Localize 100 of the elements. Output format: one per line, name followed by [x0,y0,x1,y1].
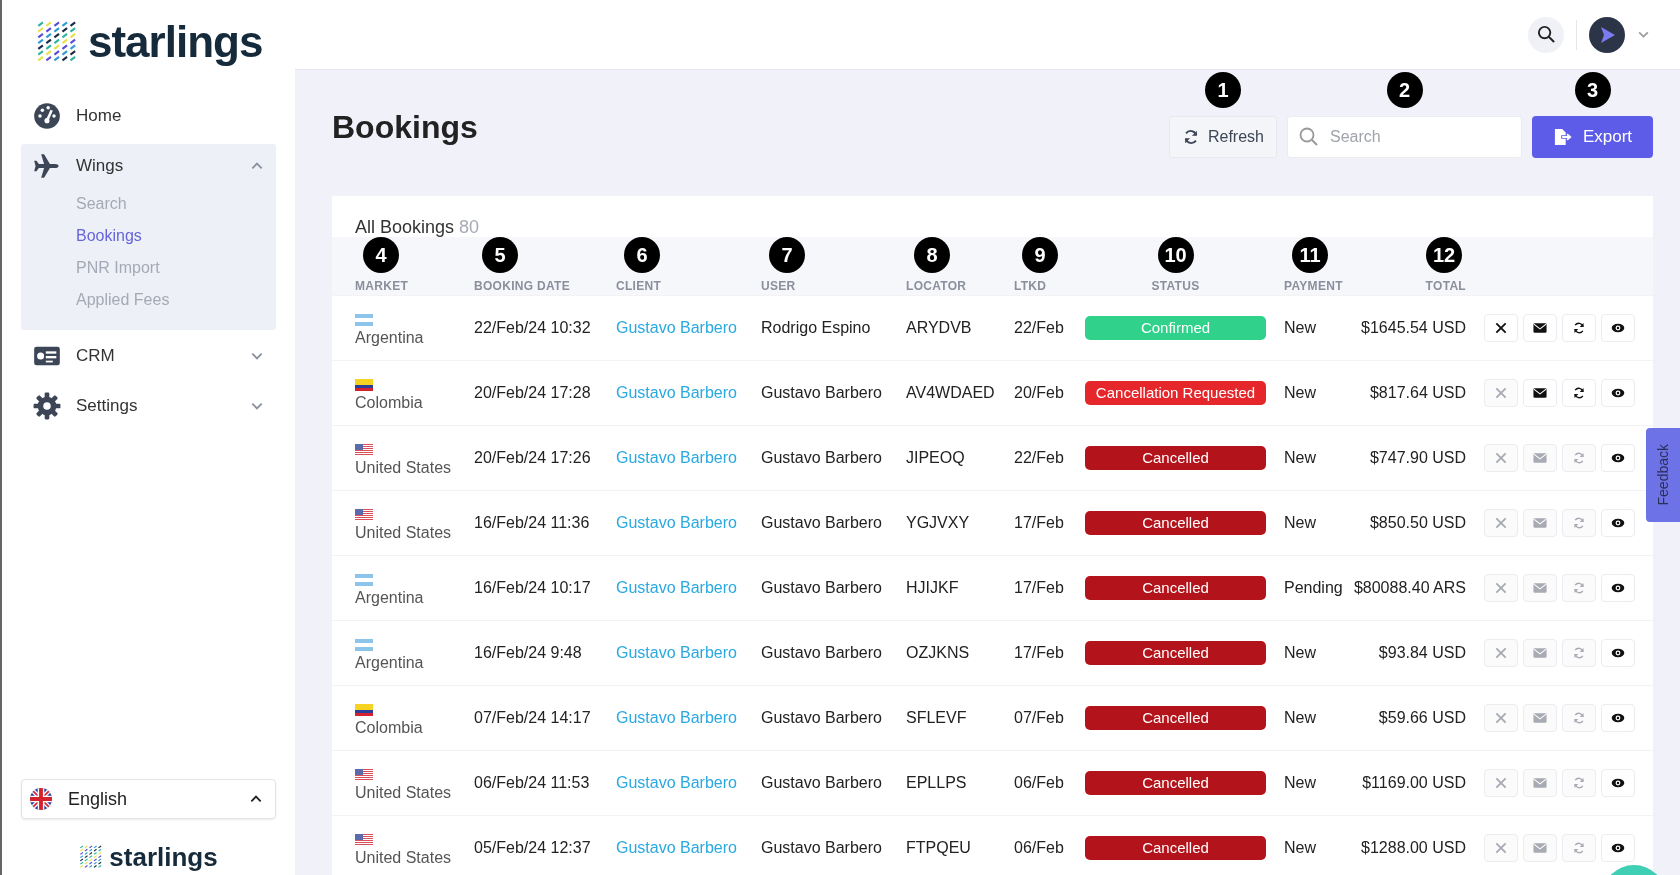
user-cell: Gustavo Barbero [761,709,882,727]
client-link[interactable]: Gustavo Barbero [616,839,737,857]
date-cell: 22/Feb/24 10:32 [474,319,591,337]
date-cell: 20/Feb/24 17:26 [474,449,591,467]
refresh-button[interactable]: Refresh [1168,116,1277,158]
nav-subitem[interactable]: Applied Fees [76,284,170,316]
page-title: Bookings [332,109,478,146]
nav-item[interactable]: CRM [21,334,276,378]
starlings-logo: starlings [79,845,218,869]
column-header: MARKET [355,279,409,293]
column-header: STATUS [1151,279,1200,293]
view-button[interactable] [1601,444,1635,472]
view-button[interactable] [1601,834,1635,862]
view-button[interactable] [1601,379,1635,407]
email-button[interactable] [1523,379,1557,407]
view-button[interactable] [1601,509,1635,537]
status-badge: Confirmed [1085,316,1266,340]
ltkd-cell: 17/Feb [1014,644,1064,662]
search-icon [1536,25,1556,44]
argentina-flag-icon [355,313,373,326]
callout-marker: 4 [363,237,399,273]
feedback-tab[interactable]: Feedback [1646,428,1680,522]
cancel-button[interactable] [1484,314,1518,342]
eye-icon [1611,386,1625,400]
starlings-logo[interactable]: starlings [36,14,263,70]
total-cell-text: $850.50 USD [1369,514,1467,532]
payment-cell: New [1284,319,1316,337]
column-header: PAYMENT [1284,279,1343,293]
payment-cell: New [1284,839,1316,857]
resend-button[interactable] [1562,379,1596,407]
locator-cell: OZJKNS [906,644,970,662]
date-cell: 05/Feb/24 12:37 [474,839,591,857]
close-icon [1494,711,1508,725]
nav-item[interactable]: Home [21,94,276,138]
column-header: LTKD [1014,279,1047,293]
date-cell: 16/Feb/24 11:36 [474,514,590,532]
market-cell: Argentina [355,653,424,672]
envelope-icon [1533,841,1547,855]
envelope-icon [1533,646,1547,660]
nav-subitem[interactable]: Bookings [76,220,142,252]
resend-button[interactable] [1562,314,1596,342]
view-button[interactable] [1601,314,1635,342]
close-icon [1494,776,1508,790]
status-badge: Cancellation Requested [1085,381,1266,405]
client-link[interactable]: Gustavo Barbero [616,449,737,467]
client-link[interactable]: Gustavo Barbero [616,319,737,337]
client-link[interactable]: Gustavo Barbero [616,709,737,727]
column-header: LOCATOR [906,279,967,293]
booking-count: 80 [459,217,480,239]
payment-cell: New [1284,449,1316,467]
nav-item[interactable]: Wings [21,144,276,188]
eye-icon [1611,841,1625,855]
ltkd-cell: 06/Feb [1014,839,1064,857]
nav-item[interactable]: Settings [21,384,276,428]
client-link[interactable]: Gustavo Barbero [616,579,737,597]
callout-marker: 7 [769,237,805,273]
client-link[interactable]: Gustavo Barbero [616,514,737,532]
locator-cell: AV4WDAED [906,384,995,402]
avatar[interactable] [1589,16,1625,53]
payment-cell: New [1284,384,1316,402]
ltkd-cell: 22/Feb [1014,449,1064,467]
refresh-icon [1572,516,1586,530]
date-cell: 20/Feb/24 17:28 [474,384,591,402]
total-cell-text: $747.90 USD [1369,449,1467,467]
callout-marker: 11 [1292,237,1328,273]
callout-marker: 2 [1386,72,1423,108]
uk-flag-icon [30,788,52,810]
user-cell: Gustavo Barbero [761,579,882,597]
close-icon [1494,321,1508,335]
date-cell: 16/Feb/24 10:17 [474,579,591,597]
email-button[interactable] [1523,314,1557,342]
search-button[interactable] [1528,16,1564,53]
search-field[interactable]: Search [1287,116,1522,158]
nav-subitem[interactable]: PNR Import [76,252,160,284]
status-badge: Cancelled [1085,446,1266,470]
column-header: CLIENT [616,279,662,293]
view-button[interactable] [1601,574,1635,602]
eye-icon [1611,321,1625,335]
usa-flag-icon [355,768,373,781]
close-icon [1494,386,1508,400]
view-button[interactable] [1601,704,1635,732]
client-link[interactable]: Gustavo Barbero [616,644,737,662]
close-icon [1494,841,1508,855]
locator-cell: YGJVXY [906,514,970,532]
refresh-icon [1572,581,1586,595]
export-button[interactable]: Export [1532,116,1653,158]
colombia-flag-icon [355,703,373,716]
eye-icon [1611,646,1625,660]
client-link[interactable]: Gustavo Barbero [616,774,737,792]
date-cell: 07/Feb/24 14:17 [474,709,591,727]
view-button[interactable] [1601,639,1635,667]
user-cell: Gustavo Barbero [761,644,882,662]
status-badge: Cancelled [1085,706,1266,730]
view-button[interactable] [1601,769,1635,797]
nav-subitem[interactable]: Search [76,188,127,220]
language-select[interactable]: English [21,779,276,819]
total-cell-text: $1169.00 USD [1362,774,1467,792]
eye-icon [1611,516,1625,530]
locator-cell: EPLLPS [906,774,967,792]
client-link[interactable]: Gustavo Barbero [616,384,737,402]
